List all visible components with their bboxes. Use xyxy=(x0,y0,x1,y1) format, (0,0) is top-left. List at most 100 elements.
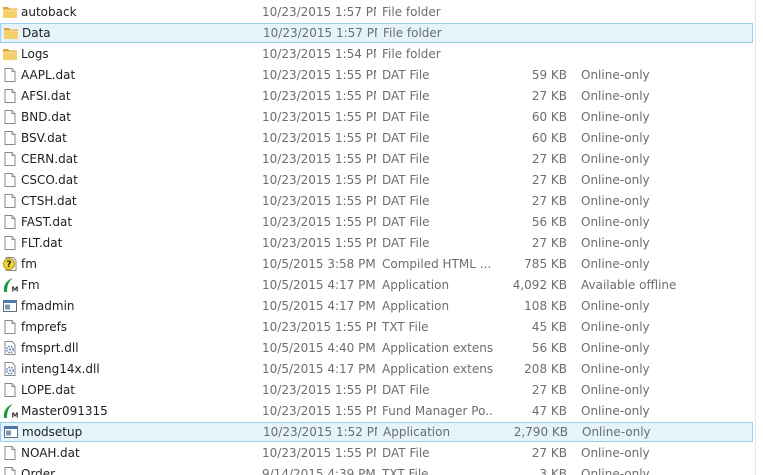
file-type: DAT File xyxy=(382,446,430,460)
file-name: fmprefs xyxy=(21,320,68,334)
file-availability: Online-only xyxy=(581,152,650,166)
file-name: BND.dat xyxy=(21,110,71,124)
file-name: AFSI.dat xyxy=(21,89,71,103)
file-name: FAST.dat xyxy=(21,215,73,229)
file-availability: Online-only xyxy=(581,404,650,418)
file-availability: Online-only xyxy=(581,89,650,103)
application-window-icon xyxy=(3,422,19,442)
file-type: TXT File xyxy=(382,467,429,475)
file-type: TXT File xyxy=(382,320,429,334)
file-row[interactable]: LOPE.dat 10/23/2015 1:55 PM DAT File 27 KB O… xyxy=(0,380,753,400)
file-row[interactable]: AAPL.dat 10/23/2015 1:55 PM DAT File 59 KB O… xyxy=(0,65,753,85)
file-availability: Online-only xyxy=(581,467,650,475)
file-date-modified: 10/23/2015 1:52 PM xyxy=(263,425,377,439)
file-date-modified: 10/23/2015 1:55 PM xyxy=(262,110,376,124)
file-row[interactable]: Logs 10/23/2015 1:54 PM File folder xyxy=(0,44,753,64)
file-size: 27 KB xyxy=(531,152,567,166)
document-icon xyxy=(2,128,18,148)
file-row[interactable]: BSV.dat 10/23/2015 1:55 PM DAT File 60 KB On… xyxy=(0,128,753,148)
svg-text:M: M xyxy=(12,286,19,294)
document-icon xyxy=(2,86,18,106)
file-availability: Online-only xyxy=(581,446,650,460)
file-type: DAT File xyxy=(382,173,430,187)
file-size: 56 KB xyxy=(531,215,567,229)
file-name: Master091315 xyxy=(21,404,108,418)
file-row[interactable]: CTSH.dat 10/23/2015 1:55 PM DAT File 27 KB O… xyxy=(0,191,753,211)
file-row[interactable]: ? fm 10/5/2015 3:58 PM Compiled HTML ... 785… xyxy=(0,254,753,274)
file-row[interactable]: FLT.dat 10/23/2015 1:55 PM DAT File 27 KB On… xyxy=(0,233,753,253)
file-name: LOPE.dat xyxy=(21,383,76,397)
file-row[interactable]: fmprefs 10/23/2015 1:55 PM TXT File 45 KB On… xyxy=(0,317,753,337)
file-name: FLT.dat xyxy=(21,236,63,250)
file-row[interactable]: Order 9/14/2015 4:39 PM TXT File 3 KB Online… xyxy=(0,464,753,475)
file-type: Application xyxy=(383,425,451,439)
file-date-modified: 10/23/2015 1:55 PM xyxy=(262,404,376,418)
file-row[interactable]: NOAH.dat 10/23/2015 1:55 PM DAT File 27 KB O… xyxy=(0,443,753,463)
file-size: 27 KB xyxy=(531,383,567,397)
file-size: 27 KB xyxy=(531,173,567,187)
file-date-modified: 10/5/2015 4:17 PM xyxy=(262,299,376,313)
file-size: 4,092 KB xyxy=(512,278,567,292)
file-date-modified: 10/5/2015 4:17 PM xyxy=(262,278,376,292)
svg-text:?: ? xyxy=(6,260,11,270)
file-row[interactable]: fmadmin 10/5/2015 4:17 PM Application 108 K… xyxy=(0,296,753,316)
file-availability: Online-only xyxy=(581,173,650,187)
file-availability: Online-only xyxy=(581,194,650,208)
file-date-modified: 10/23/2015 1:54 PM xyxy=(262,47,376,61)
file-row[interactable]: AFSI.dat 10/23/2015 1:55 PM DAT File 27 KB O… xyxy=(0,86,753,106)
file-type: DAT File xyxy=(382,89,430,103)
file-row[interactable]: CERN.dat 10/23/2015 1:55 PM DAT File 27 KB O… xyxy=(0,149,753,169)
file-type: Compiled HTML ... xyxy=(382,257,492,271)
file-size: 208 KB xyxy=(524,362,567,376)
file-type: Application extens... xyxy=(382,341,494,355)
file-row[interactable]: modsetup 10/23/2015 1:52 PM Application 2,7… xyxy=(0,422,753,442)
file-size: 47 KB xyxy=(531,404,567,418)
file-row[interactable]: FAST.dat 10/23/2015 1:55 PM DAT File 56 KB O… xyxy=(0,212,753,232)
file-size: 27 KB xyxy=(531,89,567,103)
file-row[interactable]: fmsprt.dll 10/5/2015 4:40 PM Application e… xyxy=(0,338,753,358)
file-row[interactable]: CSCO.dat 10/23/2015 1:55 PM DAT File 27 KB O… xyxy=(0,170,753,190)
file-availability: Available offline xyxy=(581,278,677,292)
folder-icon xyxy=(2,2,18,22)
file-type: File folder xyxy=(382,5,441,19)
file-date-modified: 9/14/2015 4:39 PM xyxy=(262,467,376,475)
file-row[interactable]: M Master091315 10/23/2015 1:55 PM Fund Mana… xyxy=(0,401,753,421)
file-size: 45 KB xyxy=(531,320,567,334)
file-size xyxy=(500,2,567,22)
file-row[interactable]: Data 10/23/2015 1:57 PM File folder xyxy=(0,23,753,43)
file-type: Application xyxy=(382,299,450,313)
vertical-scrollbar[interactable] xyxy=(755,0,763,475)
document-icon xyxy=(2,107,18,127)
file-date-modified: 10/23/2015 1:55 PM xyxy=(262,173,376,187)
file-type: File folder xyxy=(383,26,442,40)
file-row[interactable]: inteng14x.dll 10/5/2015 4:17 PM Applicatio… xyxy=(0,359,753,379)
file-row[interactable]: autoback 10/23/2015 1:57 PM File folder xyxy=(0,2,753,22)
file-date-modified: 10/23/2015 1:57 PM xyxy=(262,5,376,19)
file-type: DAT File xyxy=(382,383,430,397)
file-name: fmadmin xyxy=(21,299,75,313)
dll-gear-icon xyxy=(2,338,18,358)
file-date-modified: 10/5/2015 3:58 PM xyxy=(262,257,376,271)
file-date-modified: 10/23/2015 1:55 PM xyxy=(262,131,376,145)
file-row[interactable]: M Fm 10/5/2015 4:17 PM Application 4,092 KB A… xyxy=(0,275,753,295)
folder-icon xyxy=(3,23,19,43)
file-name: modsetup xyxy=(22,425,83,439)
file-date-modified: 10/23/2015 1:55 PM xyxy=(262,446,376,460)
file-type: Fund Manager Po... xyxy=(382,404,494,418)
file-availability: Online-only xyxy=(581,131,650,145)
fm-app-icon: M xyxy=(2,275,18,295)
file-date-modified: 10/23/2015 1:55 PM xyxy=(262,89,376,103)
file-availability: Online-only xyxy=(581,299,650,313)
file-size: 2,790 KB xyxy=(513,425,568,439)
file-availability: Online-only xyxy=(581,362,650,376)
help-file-icon: ? xyxy=(2,254,18,274)
file-name: Fm xyxy=(21,278,40,292)
file-row[interactable]: BND.dat 10/23/2015 1:55 PM DAT File 60 KB On… xyxy=(0,107,753,127)
dll-gear-icon xyxy=(2,359,18,379)
application-window-icon xyxy=(2,296,18,316)
file-size: 60 KB xyxy=(531,131,567,145)
file-availability: Online-only xyxy=(581,383,650,397)
file-date-modified: 10/23/2015 1:55 PM xyxy=(262,68,376,82)
file-type: DAT File xyxy=(382,215,430,229)
file-name: AAPL.dat xyxy=(21,68,76,82)
